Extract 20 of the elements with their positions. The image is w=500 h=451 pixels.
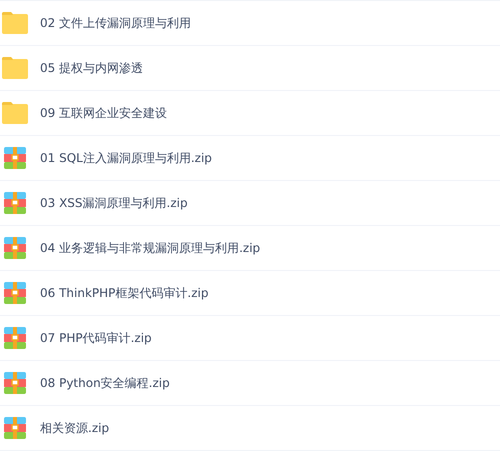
file-name[interactable]: 03 XSS漏洞原理与利用.zip <box>40 194 188 212</box>
folder-icon <box>1 12 29 34</box>
file-name[interactable]: 08 Python安全编程.zip <box>40 374 170 392</box>
archive-icon <box>4 417 26 439</box>
archive-icon <box>4 237 26 259</box>
file-name[interactable]: 01 SQL注入漏洞原理与利用.zip <box>40 150 212 166</box>
archive-icon <box>4 327 26 349</box>
file-name[interactable]: 04 业务逻辑与非常规漏洞原理与利用.zip <box>40 240 260 256</box>
archive-icon <box>4 372 26 394</box>
archive-icon <box>4 147 26 169</box>
file-name[interactable]: 09 互联网企业安全建设 <box>40 104 168 122</box>
file-name[interactable]: 07 PHP代码审计.zip <box>40 330 152 346</box>
file-name[interactable]: 06 ThinkPHP框架代码审计.zip <box>40 284 208 302</box>
archive-icon <box>4 282 26 304</box>
folder-icon <box>1 102 29 124</box>
file-name[interactable]: 02 文件上传漏洞原理与利用 <box>40 14 192 32</box>
archive-icon <box>4 192 26 214</box>
folder-icon <box>1 57 29 79</box>
file-name[interactable]: 05 提权与内网渗透 <box>40 60 144 76</box>
file-name[interactable]: 相关资源.zip <box>40 420 110 436</box>
